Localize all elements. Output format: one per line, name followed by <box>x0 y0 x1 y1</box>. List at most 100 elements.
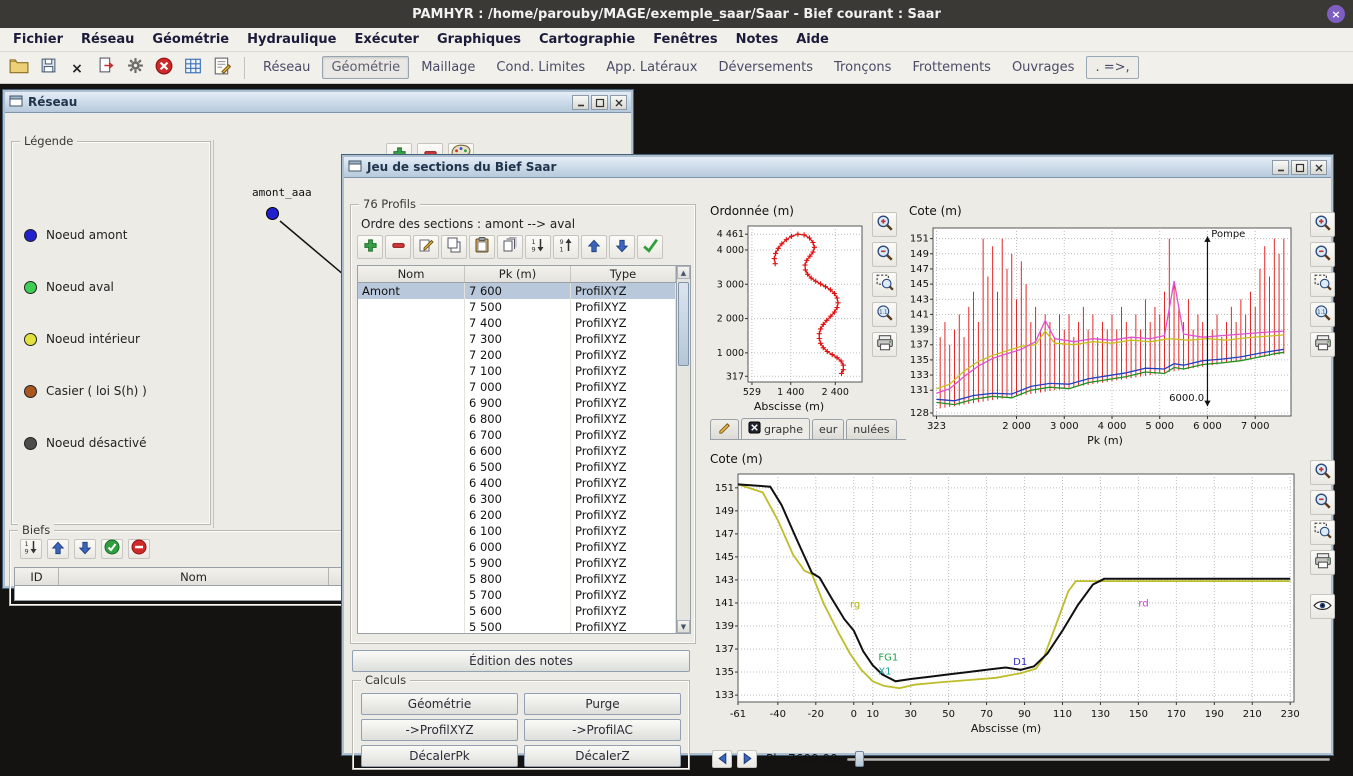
window-close-button[interactable]: × <box>1327 5 1345 23</box>
settings-button[interactable] <box>122 55 148 81</box>
profil-row-6700[interactable]: 6 700ProfilXYZ <box>358 427 676 443</box>
profil-row-5900[interactable]: 5 900ProfilXYZ <box>358 555 676 571</box>
zoom-reset-button[interactable]: 1.1 <box>872 302 897 327</box>
pk-slider-thumb[interactable] <box>855 751 864 767</box>
column-header-nom[interactable]: Nom <box>358 266 465 282</box>
menu-cartographie[interactable]: Cartographie <box>530 30 644 49</box>
biefs-column-header-id[interactable]: ID <box>15 568 59 585</box>
print-button[interactable] <box>872 332 897 357</box>
next-profile-button[interactable] <box>737 750 757 768</box>
profil-row-7500[interactable]: 7 500ProfilXYZ <box>358 299 676 315</box>
profil-row-6300[interactable]: 6 300ProfilXYZ <box>358 491 676 507</box>
calc-decalerpk-button[interactable]: DécalerPk <box>361 745 518 767</box>
zoom-in-button[interactable] <box>872 212 897 237</box>
toolbar-button-reseau[interactable]: Réseau <box>254 56 319 79</box>
close-button[interactable]: × <box>64 55 90 81</box>
profil-row-6800[interactable]: 6 800ProfilXYZ <box>358 411 676 427</box>
sections-maximize-button[interactable] <box>1291 160 1308 175</box>
reseau-window-titlebar[interactable]: Réseau <box>5 92 631 113</box>
profile-chart[interactable]: Pompe6000.03232 0003 0004 0005 0006 0007… <box>907 220 1303 432</box>
profil-row-5700[interactable]: 5 700ProfilXYZ <box>358 587 676 603</box>
toolbar-button-troncons[interactable]: Tronçons <box>825 56 900 79</box>
sections-window-titlebar[interactable]: Jeu de sections du Bief Saar <box>344 157 1331 178</box>
profil-row-7200[interactable]: 7 200ProfilXYZ <box>358 347 676 363</box>
abort-button[interactable] <box>151 55 177 81</box>
toolbar-button-maillage[interactable]: Maillage <box>412 56 484 79</box>
profil-row-6500[interactable]: 6 500ProfilXYZ <box>358 459 676 475</box>
menu-executer[interactable]: Exécuter <box>345 30 428 49</box>
calc-profilac-button[interactable]: ->ProfilAC <box>524 719 681 741</box>
profil-row-7600[interactable]: Amont7 600ProfilXYZ <box>358 283 676 299</box>
menu-geometrie[interactable]: Géométrie <box>143 30 238 49</box>
profil-row-7000[interactable]: 7 000ProfilXYZ <box>358 379 676 395</box>
zoom-out-button[interactable] <box>1310 242 1335 267</box>
profil-row-5800[interactable]: 5 800ProfilXYZ <box>358 571 676 587</box>
scrollbar-thumb[interactable] <box>678 282 689 366</box>
zoom-region-button[interactable] <box>1310 520 1335 545</box>
reseau-minimize-button[interactable] <box>572 95 589 110</box>
toolbar-button-geometrie[interactable]: Géométrie <box>322 56 409 79</box>
toolbar-button-ouvrages[interactable]: Ouvrages <box>1003 56 1084 79</box>
zoom-in-button[interactable] <box>1310 460 1335 485</box>
move-up-button[interactable] <box>47 539 69 559</box>
column-header-type[interactable]: Type <box>571 266 676 282</box>
menu-hydraulique[interactable]: Hydraulique <box>238 30 345 49</box>
zoom-region-button[interactable] <box>872 272 897 297</box>
calc-decalerz-button[interactable]: DécalerZ <box>524 745 681 767</box>
biefs-column-header-nom[interactable]: Nom <box>59 568 329 585</box>
disable-button[interactable] <box>128 539 150 559</box>
export-button[interactable] <box>93 55 119 81</box>
profil-row-7100[interactable]: 7 100ProfilXYZ <box>358 363 676 379</box>
menu-fenetres[interactable]: Fenêtres <box>644 30 726 49</box>
menu-aide[interactable]: Aide <box>787 30 838 49</box>
open-folder-button[interactable] <box>6 55 32 81</box>
apply-button[interactable] <box>637 235 663 259</box>
zoom-out-button[interactable] <box>872 242 897 267</box>
scroll-up-arrow[interactable]: ▲ <box>677 266 690 279</box>
move-up-button[interactable] <box>581 235 607 259</box>
profil-row-5500[interactable]: 5 500ProfilXYZ <box>358 619 676 634</box>
tab-graphe[interactable]: graphe <box>741 418 810 439</box>
reseau-close-button[interactable] <box>610 95 627 110</box>
toolbar-button-deversements[interactable]: Déversements <box>709 56 822 79</box>
toolbar-button-frottements[interactable]: Frottements <box>903 56 1000 79</box>
print-button[interactable] <box>1310 550 1335 575</box>
menu-fichier[interactable]: Fichier <box>4 30 72 49</box>
sections-close-button[interactable] <box>1310 160 1327 175</box>
zoom-reset-button[interactable]: 1.1 <box>1310 302 1335 327</box>
profil-row-6000[interactable]: 6 000ProfilXYZ <box>358 539 676 555</box>
notes-button[interactable] <box>209 55 235 81</box>
tab-nulees[interactable]: nulées <box>846 419 896 439</box>
remove-button[interactable] <box>385 235 411 259</box>
copy-button[interactable] <box>441 235 467 259</box>
zoom-region-button[interactable] <box>1310 272 1335 297</box>
move-down-button[interactable] <box>74 539 96 559</box>
toolbar-button-app-lateraux[interactable]: App. Latéraux <box>597 56 706 79</box>
paste-button[interactable] <box>469 235 495 259</box>
edit-notes-button[interactable]: Édition des notes <box>352 650 690 672</box>
previous-profile-button[interactable] <box>712 750 732 768</box>
profil-row-6200[interactable]: 6 200ProfilXYZ <box>358 507 676 523</box>
calc-purge-button[interactable]: Purge <box>524 693 681 715</box>
menu-notes[interactable]: Notes <box>727 30 788 49</box>
move-down-button[interactable] <box>609 235 635 259</box>
profil-row-7400[interactable]: 7 400ProfilXYZ <box>358 315 676 331</box>
plan-chart[interactable]: 5291 4002 4004 4614 0003 0002 0001 00031… <box>708 220 870 398</box>
edit-button[interactable] <box>413 235 439 259</box>
profil-row-6600[interactable]: 6 600ProfilXYZ <box>358 443 676 459</box>
tab-edit[interactable] <box>710 419 739 439</box>
add-button[interactable] <box>357 235 383 259</box>
toolbar-button-item[interactable]: . =>, <box>1086 56 1138 79</box>
reseau-maximize-button[interactable] <box>591 95 608 110</box>
sort-desc-button[interactable]: 19 <box>525 235 551 259</box>
zoom-out-button[interactable] <box>1310 490 1335 515</box>
zoom-in-button[interactable] <box>1310 212 1335 237</box>
eye-button[interactable] <box>1310 594 1335 619</box>
profil-row-6900[interactable]: 6 900ProfilXYZ <box>358 395 676 411</box>
network-node-amont[interactable] <box>266 207 279 220</box>
scroll-down-arrow[interactable]: ▼ <box>677 620 690 633</box>
sort-desc-button[interactable]: 19 <box>20 539 42 559</box>
profil-row-7300[interactable]: 7 300ProfilXYZ <box>358 331 676 347</box>
print-button[interactable] <box>1310 332 1335 357</box>
tab-eur[interactable]: eur <box>812 419 844 439</box>
